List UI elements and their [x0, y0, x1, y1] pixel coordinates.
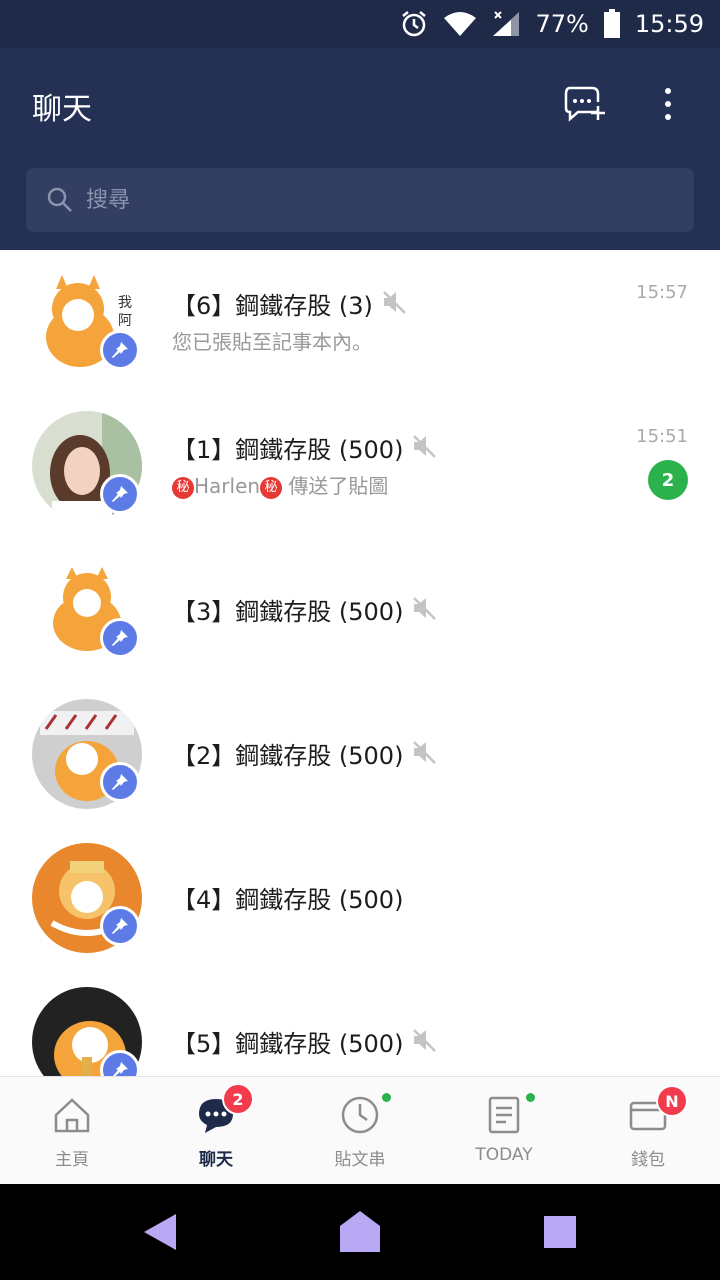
- back-triangle-icon: [144, 1214, 176, 1250]
- back-button[interactable]: [136, 1208, 184, 1256]
- nav-timeline[interactable]: 貼文串: [288, 1077, 432, 1185]
- svg-text:我: 我: [118, 295, 132, 311]
- recents-square-icon: [544, 1216, 576, 1248]
- pin-icon: [100, 762, 140, 802]
- more-options-button[interactable]: [642, 78, 694, 130]
- chat-item-1[interactable]: 【1】鋼鐵存股 (500) 秘 Harlen 秘 傳送了貼圖 15:51 2: [0, 394, 720, 538]
- nav-label: 貼文串: [334, 1150, 386, 1170]
- chat-title: 【3】鋼鐵存股 (500): [172, 598, 404, 626]
- pin-icon: [100, 906, 140, 946]
- battery-icon: [603, 9, 621, 39]
- secret-mark: 秘: [260, 476, 283, 499]
- home-icon: [54, 1098, 90, 1133]
- svg-text:阿: 阿: [118, 313, 132, 329]
- chat-title: 【1】鋼鐵存股 (500): [172, 436, 404, 464]
- chat-time: 15:51: [636, 426, 688, 447]
- unread-badge: 2: [648, 460, 688, 500]
- system-nav-bar: [0, 1184, 720, 1280]
- status-bar: 77% 15:59: [0, 0, 720, 48]
- pin-icon: [100, 618, 140, 658]
- clock-icon: [341, 1096, 379, 1134]
- nav-badge: N: [656, 1085, 688, 1117]
- muted-icon: [411, 739, 437, 769]
- muted-icon: [411, 433, 437, 463]
- chat-item-4[interactable]: 【4】鋼鐵存股 (500): [0, 826, 720, 970]
- app-header: 聊天: [0, 48, 720, 250]
- new-dot: [526, 1093, 535, 1102]
- search-input[interactable]: [86, 187, 646, 213]
- wifi-icon: [443, 10, 477, 38]
- chat-item-5[interactable]: 【5】鋼鐵存股 (500): [0, 970, 720, 1076]
- chat-preview: 您已張貼至記事本內。: [172, 330, 372, 354]
- alarm-icon: [399, 9, 429, 39]
- new-dot: [382, 1093, 391, 1102]
- chat-time: 15:57: [636, 282, 688, 303]
- chat-title: 【6】鋼鐵存股 (3): [172, 292, 373, 320]
- nav-label: 主頁: [55, 1150, 89, 1170]
- muted-icon: [411, 595, 437, 625]
- pin-icon: [100, 474, 140, 514]
- nav-home[interactable]: 主頁: [0, 1077, 144, 1185]
- vertical-dots-icon: [665, 88, 671, 120]
- chat-item-2[interactable]: 【2】鋼鐵存股 (500): [0, 682, 720, 826]
- muted-icon: [411, 1027, 437, 1057]
- nav-label: 聊天: [199, 1150, 233, 1170]
- pin-icon: [100, 330, 140, 370]
- nav-wallet[interactable]: N 錢包: [576, 1077, 720, 1185]
- recents-button[interactable]: [536, 1208, 584, 1256]
- sender-name: Harlen: [194, 474, 261, 498]
- page-title: 聊天: [32, 92, 92, 127]
- search-icon: [47, 187, 72, 212]
- chat-preview: 秘 Harlen 秘 傳送了貼圖: [172, 470, 388, 499]
- chat-list: 我阿 【6】鋼鐵存股 (3) 您已張貼至記事本內。 15:57 【1】鋼鐵存股 …: [0, 250, 720, 1076]
- home-pentagon-icon: [340, 1211, 380, 1252]
- preview-text: 傳送了貼圖: [282, 474, 389, 498]
- home-button[interactable]: [336, 1208, 384, 1256]
- signal-icon: [491, 10, 521, 38]
- secret-mark: 秘: [172, 476, 194, 499]
- search-bar[interactable]: [26, 168, 694, 232]
- battery-percent: 77%: [535, 10, 589, 38]
- clock-time: 15:59: [634, 10, 704, 38]
- nav-label: 錢包: [631, 1150, 665, 1170]
- chat-title: 【2】鋼鐵存股 (500): [172, 742, 404, 770]
- chat-item-6[interactable]: 我阿 【6】鋼鐵存股 (3) 您已張貼至記事本內。 15:57: [0, 250, 720, 394]
- muted-icon: [381, 289, 407, 319]
- nav-badge: 2: [222, 1083, 254, 1115]
- chat-plus-icon: [564, 86, 605, 122]
- nav-today[interactable]: TODAY: [432, 1077, 576, 1185]
- new-chat-button[interactable]: [558, 78, 610, 130]
- chat-item-3[interactable]: 【3】鋼鐵存股 (500): [0, 538, 720, 682]
- chat-title: 【5】鋼鐵存股 (500): [172, 1030, 404, 1058]
- nav-chat[interactable]: 2 聊天: [144, 1077, 288, 1185]
- chat-title: 【4】鋼鐵存股 (500): [172, 886, 404, 914]
- nav-label: TODAY: [475, 1145, 533, 1165]
- bottom-nav: 主頁 2 聊天 貼文串 TODAY N 錢包: [0, 1076, 720, 1184]
- news-icon: [488, 1096, 520, 1134]
